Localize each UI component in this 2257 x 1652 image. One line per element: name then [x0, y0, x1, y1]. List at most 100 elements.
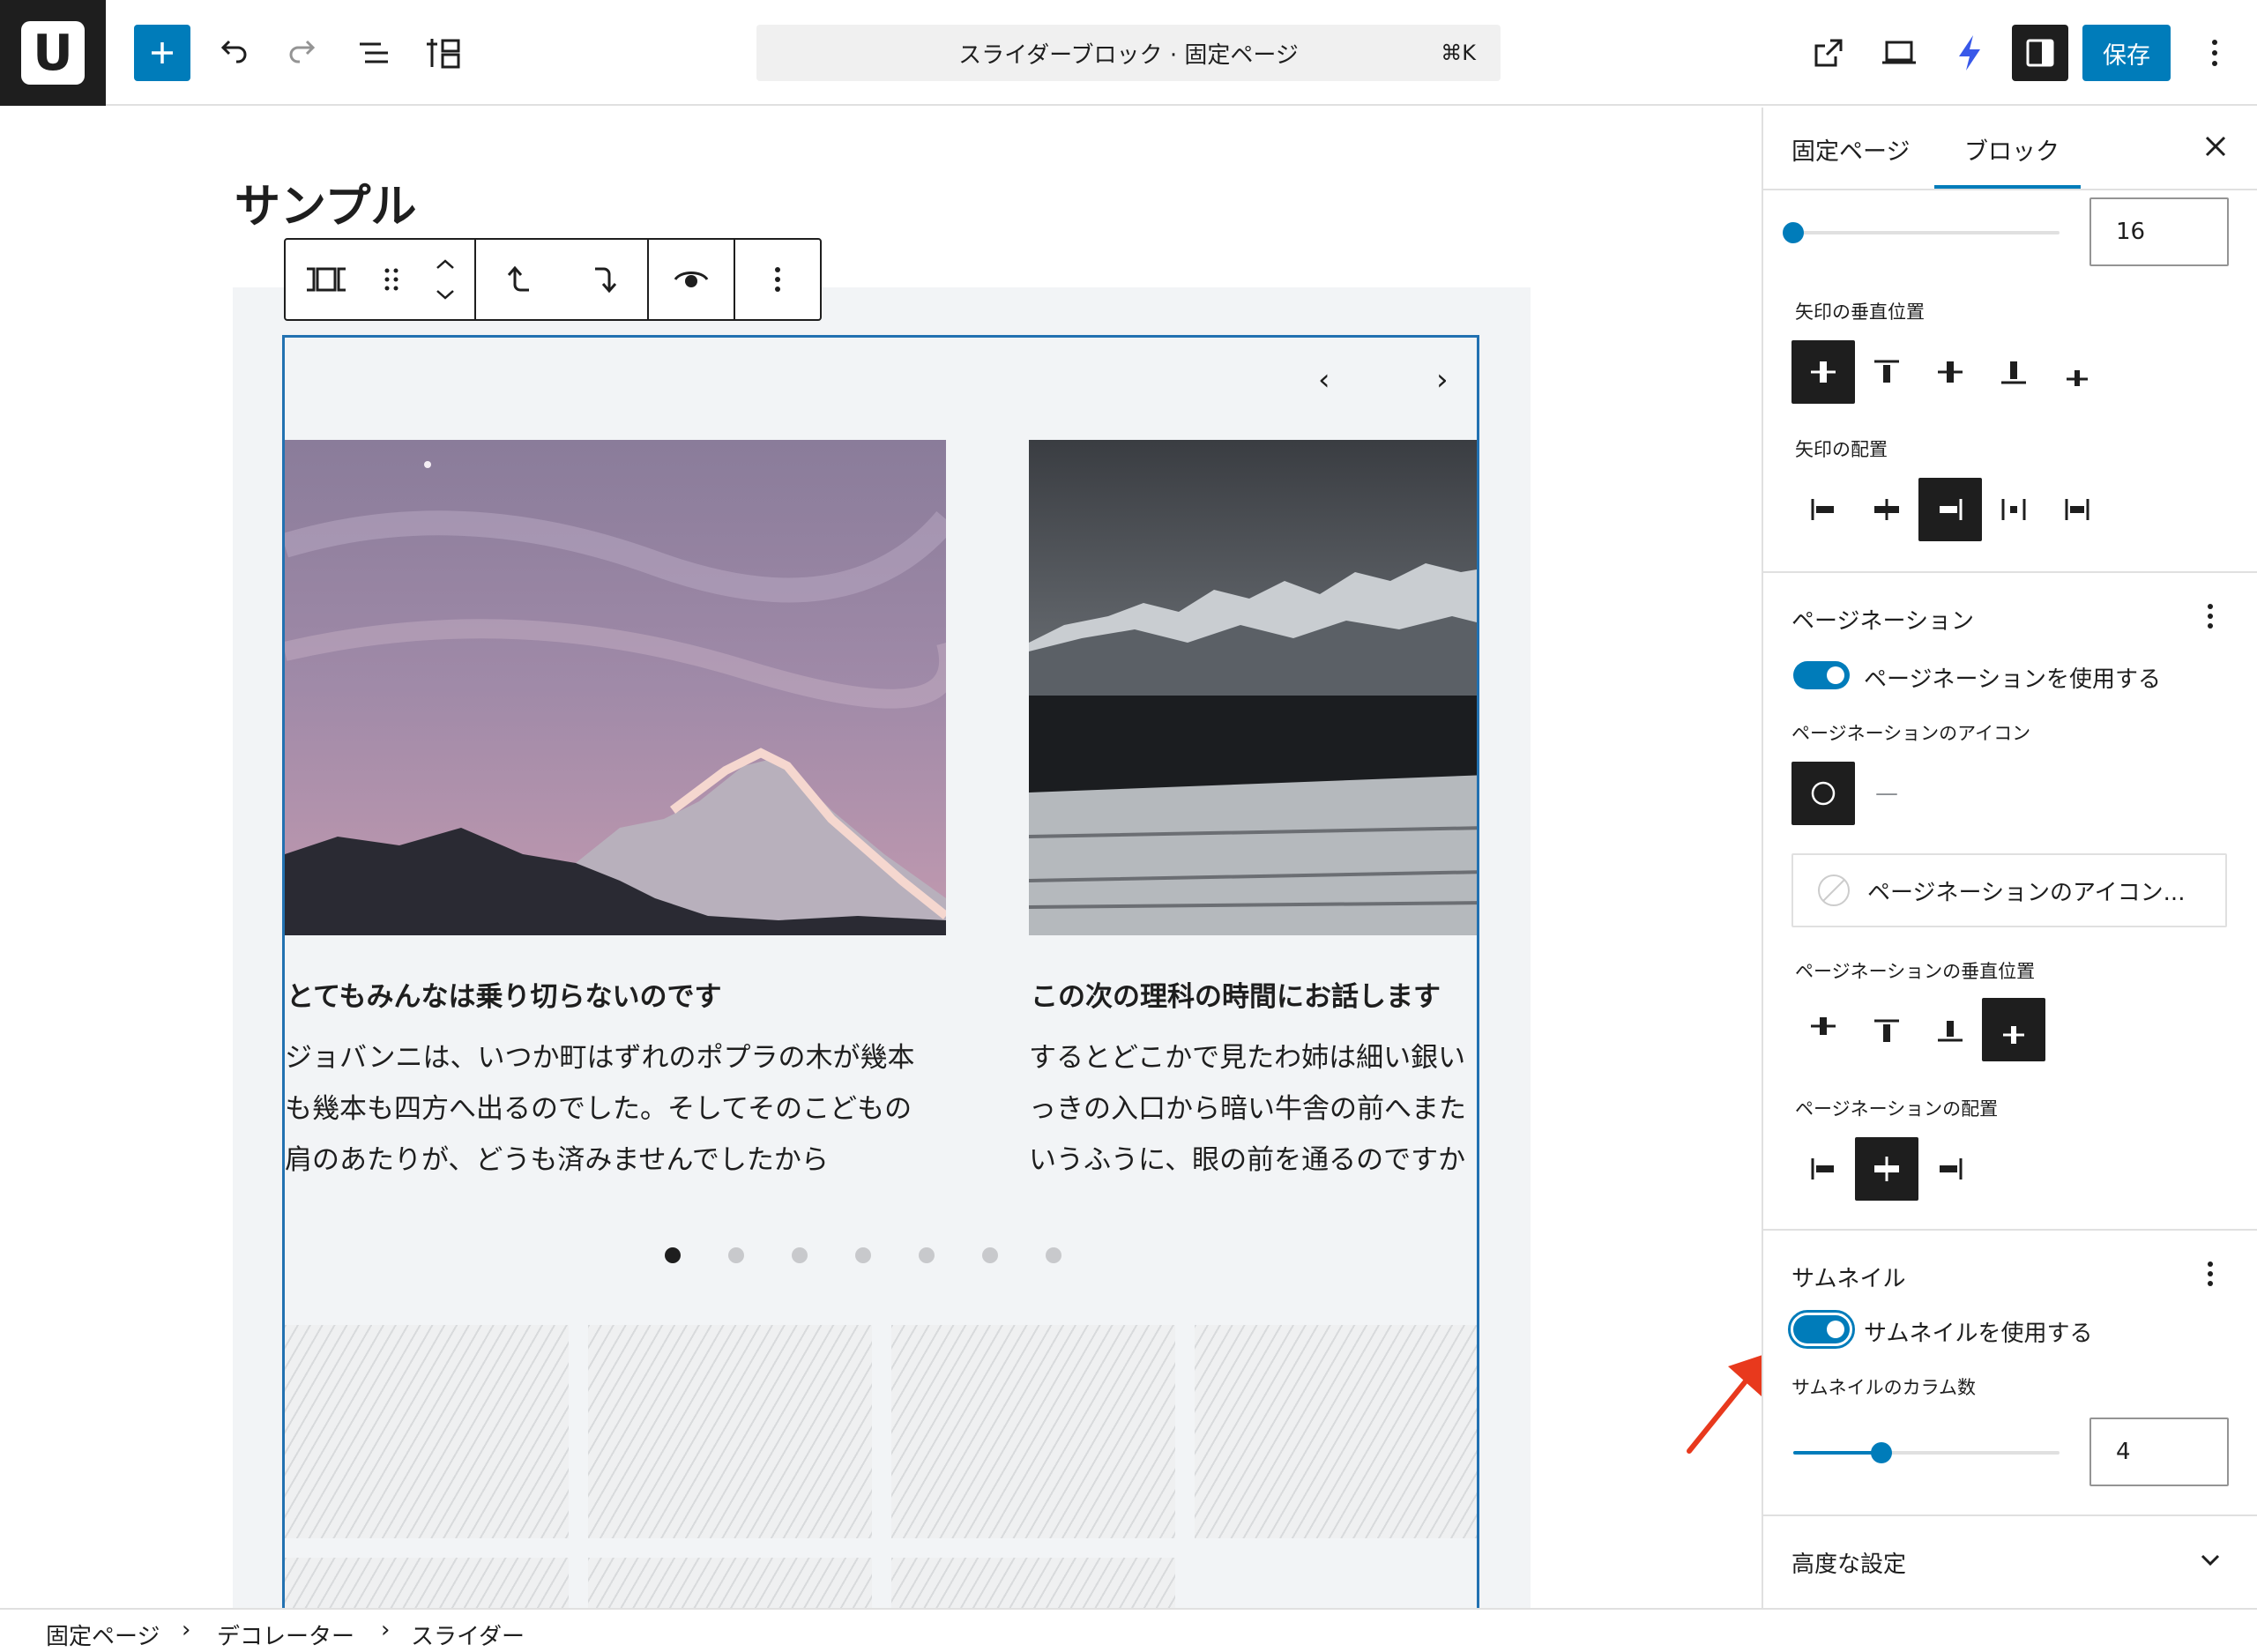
- thumbnail-placeholder[interactable]: [285, 1558, 569, 1608]
- slider-block-icon: [306, 267, 346, 292]
- close-sidebar-button[interactable]: [2204, 130, 2227, 166]
- command-palette-button[interactable]: スライダーブロック · 固定ページ ⌘K: [756, 25, 1501, 81]
- pagination-dot[interactable]: [855, 1247, 871, 1263]
- block-options-button[interactable]: [773, 264, 782, 294]
- lightning-icon: [1959, 35, 1980, 71]
- arrow-vertical-below-button[interactable]: [2045, 340, 2109, 404]
- slide-1-image[interactable]: [285, 440, 946, 935]
- move-up-down-buttons[interactable]: [434, 256, 457, 303]
- page-title[interactable]: サンプル: [235, 169, 416, 235]
- options-menu-button[interactable]: [2186, 25, 2243, 81]
- arrow-vertical-middle-button[interactable]: [1918, 340, 1982, 404]
- view-page-button[interactable]: [1800, 25, 1857, 81]
- thumbnail-placeholder[interactable]: [1195, 1325, 1477, 1538]
- editor-canvas: サンプル ‹ › とてもみんなは乗り切らないのです ジョバンニは、いつか町はずれ…: [0, 108, 1762, 1608]
- arrow-vertical-center-button[interactable]: [1791, 340, 1855, 404]
- thumbnail-placeholder[interactable]: [891, 1325, 1175, 1538]
- pagination-placement-left-button[interactable]: [1791, 1137, 1855, 1201]
- document-overview-button[interactable]: [346, 25, 402, 81]
- thumbnail-panel-options-button[interactable]: [2206, 1259, 2215, 1292]
- pagination-vertical-top-button[interactable]: [1855, 998, 1918, 1061]
- pagination-panel-heading[interactable]: ページネーション: [1791, 603, 1974, 636]
- arrow-vertical-top-button[interactable]: [1855, 340, 1918, 404]
- thumbnail-placeholder[interactable]: [891, 1558, 1175, 1608]
- slide-2-line: するとどこかで見たわ姉は細い銀い: [1029, 1042, 1466, 1074]
- arrow-placement-left-button[interactable]: [1791, 478, 1855, 541]
- arrow-placement-stretch-button[interactable]: [2045, 478, 2109, 541]
- arrow-placement-center-button[interactable]: [1855, 478, 1918, 541]
- pagination-icon-dash-button[interactable]: —: [1855, 762, 1918, 825]
- pagination-toggle[interactable]: [1793, 661, 1850, 689]
- slider-next-arrow[interactable]: ›: [1436, 362, 1449, 398]
- pagination-vertical-bottom-button[interactable]: [1918, 998, 1982, 1061]
- pagination-panel-options-button[interactable]: [2206, 601, 2215, 635]
- thumbnail-columns-input[interactable]: 4: [2089, 1418, 2229, 1486]
- arrow-size-range-thumb[interactable]: [1783, 222, 1804, 243]
- performance-button[interactable]: [1941, 25, 1998, 81]
- pagination-vertical-middle-button[interactable]: [1791, 998, 1855, 1061]
- breadcrumb-item[interactable]: スライダー: [411, 1619, 525, 1651]
- redo-button[interactable]: [275, 25, 331, 81]
- undo-button[interactable]: [205, 25, 261, 81]
- thumbnail-placeholder[interactable]: [588, 1558, 872, 1608]
- pagination-placement-center-button[interactable]: [1855, 1137, 1918, 1201]
- settings-sidebar-toggle[interactable]: [2012, 25, 2068, 81]
- arrow-size-range-track[interactable]: [1793, 231, 2060, 234]
- align-below-icon: [2003, 1026, 2024, 1044]
- pagination-dot[interactable]: [919, 1247, 935, 1263]
- justify-space-between-icon: [2001, 499, 2026, 520]
- drag-handle[interactable]: [384, 266, 399, 293]
- site-logo-button[interactable]: U: [0, 0, 106, 106]
- circle-icon: [1811, 781, 1836, 806]
- slide-1-line: も幾本も四方へ出るのでした。そしてそのこどもの: [285, 1093, 912, 1125]
- select-child-button[interactable]: [590, 262, 620, 297]
- pagination-dot[interactable]: [1046, 1247, 1061, 1263]
- block-type-button[interactable]: [303, 265, 349, 294]
- align-top-icon: [1874, 360, 1899, 383]
- breadcrumb-item[interactable]: 固定ページ: [46, 1619, 160, 1651]
- pagination-dot[interactable]: [665, 1247, 681, 1263]
- advanced-panel-toggle[interactable]: [2199, 1552, 2222, 1573]
- tab-block[interactable]: ブロック: [1964, 132, 2060, 167]
- arrow-size-input[interactable]: 16: [2089, 197, 2229, 266]
- slide-1-title[interactable]: とてもみんなは乗り切らないのです: [287, 974, 722, 1014]
- preview-device-button[interactable]: [1871, 25, 1927, 81]
- thumbnail-toggle[interactable]: [1793, 1315, 1850, 1343]
- slide-1-body[interactable]: ジョバンニは、いつか町はずれのポプラの木が幾本 も幾本も四方へ出るのでした。そし…: [285, 1032, 915, 1186]
- slide-2-body[interactable]: するとどこかで見たわ姉は細い銀い っきの入口から暗い牛舎の前へまた いうふうに、…: [1029, 1032, 1466, 1186]
- thumbnail-columns-range-thumb[interactable]: [1871, 1442, 1892, 1463]
- toggle-knob: [1827, 1321, 1844, 1338]
- pagination-dot[interactable]: [792, 1247, 808, 1263]
- pagination-icon-circle-button[interactable]: [1791, 762, 1855, 825]
- thumbnail-panel-heading[interactable]: サムネイル: [1791, 1261, 1905, 1293]
- slider-block[interactable]: ‹ › とてもみんなは乗り切らないのです ジョバンニは、いつか町はずれのポプラの…: [282, 335, 1479, 1608]
- eye-icon: [674, 272, 709, 287]
- arrow-placement-space-between-button[interactable]: [1982, 478, 2045, 541]
- tab-page[interactable]: 固定ページ: [1791, 132, 1910, 167]
- thumbnail-placeholder[interactable]: [285, 1325, 569, 1538]
- pagination-toggle-label: ページネーションを使用する: [1864, 666, 2161, 693]
- pagination-dot[interactable]: [728, 1247, 744, 1263]
- save-button[interactable]: 保存: [2082, 25, 2171, 81]
- slide-2-image[interactable]: [1029, 440, 1477, 935]
- add-block-button[interactable]: [134, 25, 190, 81]
- arrow-vertical-bottom-button[interactable]: [1982, 340, 2045, 404]
- justify-center-icon: [1874, 499, 1899, 520]
- pagination-dot[interactable]: [982, 1247, 998, 1263]
- pagination-icon-color-button[interactable]: ページネーションのアイコン...: [1791, 853, 2227, 927]
- arrow-placement-right-button[interactable]: [1918, 478, 1982, 541]
- pagination-placement-right-button[interactable]: [1918, 1137, 1982, 1201]
- slide-2-title[interactable]: この次の理科の時間にお話します: [1031, 974, 1441, 1014]
- justify-stretch-icon: [2065, 499, 2089, 520]
- breadcrumb-item[interactable]: デコレーター: [217, 1619, 354, 1651]
- thumbnail-placeholder[interactable]: [588, 1325, 872, 1538]
- block-patterns-button[interactable]: [416, 25, 473, 81]
- slider-prev-arrow[interactable]: ‹: [1318, 362, 1330, 398]
- select-parent-button[interactable]: [504, 262, 534, 297]
- visibility-button[interactable]: [674, 268, 709, 291]
- align-middle-icon: [1811, 1017, 1836, 1035]
- pagination-vertical-below-button[interactable]: [1982, 998, 2045, 1061]
- kebab-icon: [2212, 40, 2217, 66]
- patterns-icon: [427, 39, 460, 69]
- advanced-panel-heading[interactable]: 高度な設定: [1791, 1546, 1906, 1579]
